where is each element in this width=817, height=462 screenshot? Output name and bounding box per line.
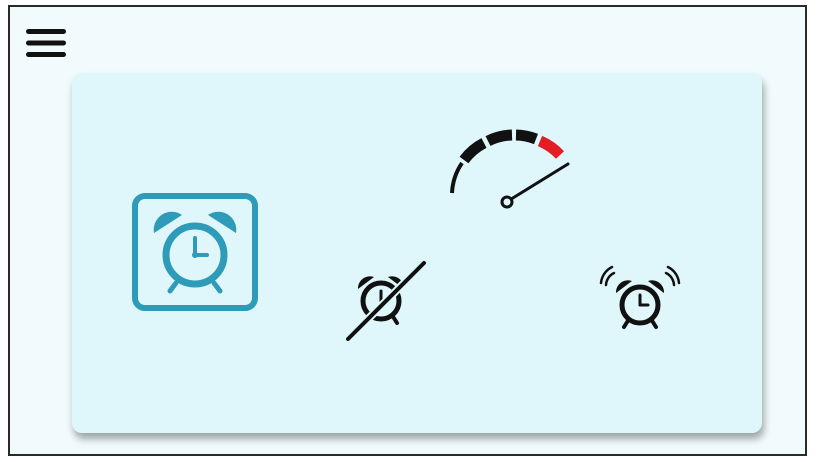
device-screen (8, 5, 807, 456)
speedometer-icon (450, 129, 570, 209)
menu-button[interactable] (24, 23, 70, 63)
alarm-mode-button[interactable] (132, 193, 258, 311)
speed-gauge-button[interactable] (444, 129, 576, 211)
alarm-off-button[interactable] (340, 259, 428, 343)
alarm-ring-button[interactable] (599, 263, 681, 335)
hamburger-menu-icon (26, 29, 66, 57)
alarm-settings-panel (72, 73, 762, 433)
alarm-ringing-icon (599, 265, 681, 329)
alarm-clock-icon (132, 193, 258, 311)
alarm-off-icon (344, 259, 428, 343)
